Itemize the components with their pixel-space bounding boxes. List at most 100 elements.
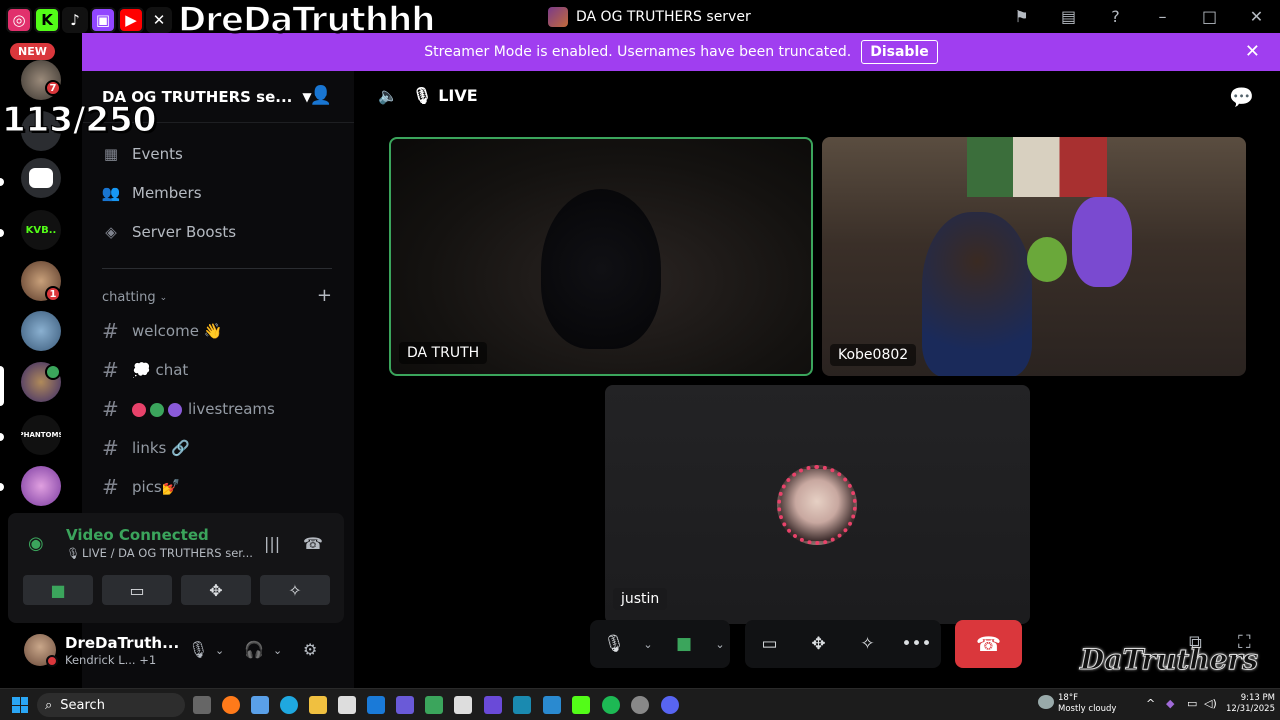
help-icon[interactable]: ? [1092,0,1139,33]
chevron-down-icon[interactable]: ⌄ [215,644,224,657]
category-chatting[interactable]: chatting ⌄ [102,290,167,305]
nav-members[interactable]: 👥 Members [102,184,202,202]
noise-suppression-icon[interactable]: ||| [264,534,280,553]
headphones-icon[interactable]: 🎧 [244,640,264,659]
task-view-icon[interactable] [193,696,211,714]
activities-button[interactable]: ✥ [181,575,251,605]
edge-icon[interactable] [280,696,298,714]
close-icon[interactable]: ✕ [1245,41,1260,62]
server-icon-kvb[interactable]: KVB.. [21,210,61,250]
app-icon[interactable] [513,696,531,714]
chevron-down-icon[interactable]: ⌄ [638,620,658,668]
chevron-down-icon[interactable]: ⌄ [273,644,282,657]
av-controls: 🎙 ⌄ ■ ⌄ [590,620,730,668]
nav-events[interactable]: ▦ Events [102,145,183,163]
channel-links[interactable]: # links 🔗 [102,436,190,460]
close-window-button[interactable]: ✕ [1233,0,1280,33]
signal-strength-icon[interactable]: ◉ [28,533,44,554]
weather-widget[interactable]: 18°F Mostly cloudy [1058,693,1116,715]
window-title: DA OG TRUTHERS server [548,7,751,27]
file-explorer-icon[interactable] [309,696,327,714]
channel-pics[interactable]: # pics💅 [102,475,180,499]
tray-app-icon[interactable]: ◆ [1166,698,1174,709]
leave-call-button[interactable]: ☎ [955,620,1022,668]
clock[interactable]: 9:13 PM 12/31/2025 [1226,693,1275,715]
tiktok-icon: ♪ [62,7,88,33]
inbox-flag-icon[interactable]: ⚑ [998,0,1045,33]
channel-chat[interactable]: # 💭 chat [102,358,188,382]
app-icon[interactable] [251,696,269,714]
outlook-icon[interactable] [367,696,385,714]
channel-emoji-dots [132,400,186,418]
chat-bubble-icon[interactable]: 💬 [1229,85,1254,109]
server-icon[interactable] [21,311,61,351]
voice-channel-title: 🎙 LIVE [412,86,478,105]
disable-streamer-mode-button[interactable]: Disable [861,40,938,64]
invite-people-icon[interactable]: 👤 [310,85,332,106]
windows-start-icon[interactable] [12,697,28,713]
twitch-icon: ▣ [90,7,116,33]
voice-location[interactable]: LIVE / DA OG TRUTHERS ser... [82,546,253,560]
server-icon[interactable] [21,466,61,506]
channel-label: livestreams [188,400,275,418]
windows-taskbar: ⌕ Search 18°F Mostly cloudy ^ ◆ ▭ ◁) 9:1… [0,688,1280,720]
microphone-icon[interactable]: 🎙 [188,640,208,659]
participant-avatar [777,465,857,545]
unread-pill [0,433,4,441]
streamer-handle: DreDaTruthhh [177,0,436,41]
screen-share-button[interactable]: ▭ [745,620,794,668]
taskbar-search[interactable]: ⌕ Search [37,693,185,717]
discord-icon[interactable] [661,696,679,714]
video-tile[interactable]: justin [605,385,1030,624]
camera-button[interactable]: ■ [658,620,710,668]
video-tile[interactable]: Kobe0802 [822,137,1246,376]
app-icon[interactable] [425,696,443,714]
text-channel-icon: # [102,397,119,421]
settings-gear-icon[interactable]: ⚙ [303,640,317,659]
app-icon[interactable] [543,696,561,714]
minimize-button[interactable]: – [1139,0,1186,33]
app-icon[interactable] [484,696,502,714]
screen-share-button[interactable]: ▭ [102,575,172,605]
camera-button[interactable]: ■ [23,575,93,605]
kick-app-icon[interactable] [572,696,590,714]
store-icon[interactable] [338,696,356,714]
server-icon[interactable] [21,158,61,198]
app-icon[interactable] [454,696,472,714]
channel-label: pics💅 [132,478,181,496]
activities-button[interactable]: ✥ [794,620,843,668]
nav-label: Members [132,184,202,202]
spotify-icon[interactable] [602,696,620,714]
participant-name: justin [613,588,668,610]
disconnect-icon[interactable]: ☎ [303,534,323,553]
unread-pill [0,229,4,237]
obs-icon[interactable] [631,696,649,714]
weather-temp: 18°F [1058,693,1078,703]
nav-server-boosts[interactable]: ◈ Server Boosts [102,223,236,241]
more-options-icon[interactable]: ••• [892,620,941,668]
microphone-button[interactable]: 🎙 [590,620,638,668]
selected-server-indicator [0,366,4,406]
network-icon[interactable]: ▭ [1187,698,1197,709]
soundboard-button[interactable]: ✧ [260,575,330,605]
volume-icon[interactable]: ◁) [1204,698,1217,709]
server-icon-phantoms[interactable]: PHANTOMS [21,415,61,455]
soundboard-button[interactable]: ✧ [843,620,892,668]
weather-cloud-icon[interactable] [1038,695,1054,709]
voice-status[interactable]: Video Connected [66,526,209,544]
firefox-icon[interactable] [222,696,240,714]
tray-chevron-icon[interactable]: ^ [1146,698,1155,709]
search-placeholder: Search [60,697,105,713]
maximize-button[interactable]: □ [1186,0,1233,33]
chevron-down-icon[interactable]: ⌄ [710,620,730,668]
inbox-icon[interactable]: ▤ [1045,0,1092,33]
user-name[interactable]: DreDaTruth... [65,634,179,652]
channel-label: welcome 👋 [132,322,223,340]
channel-welcome[interactable]: # welcome 👋 [102,319,222,343]
channel-livestreams[interactable]: # livestreams [102,397,275,421]
teams-icon[interactable] [396,696,414,714]
voice-channel-icon: 🎙 [411,86,433,105]
speaker-volume-icon[interactable]: 🔈 [378,86,398,105]
create-channel-icon[interactable]: + [317,285,332,306]
video-tile[interactable]: DA TRUTH [389,137,813,376]
